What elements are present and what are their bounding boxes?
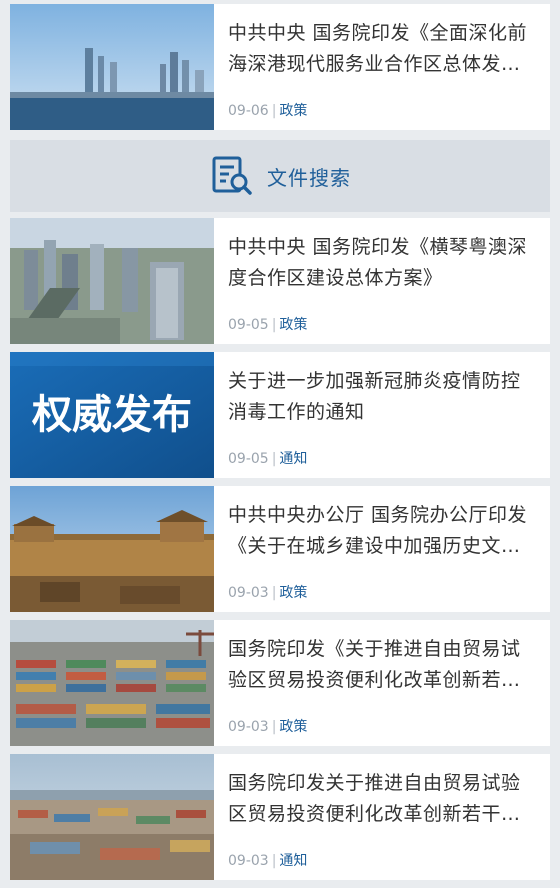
news-tag: 政策 <box>279 317 308 333</box>
news-item[interactable]: 中共中央 国务院印发《横琴粤澳深度合作区建设总体方案》 09-05 | 政策 <box>10 218 550 344</box>
news-date: 09-05 <box>228 317 269 333</box>
news-meta: 09-03 | 通知 <box>228 853 308 869</box>
news-tag: 通知 <box>279 853 308 869</box>
file-search-button[interactable]: 文件搜索 <box>10 140 550 212</box>
ancient-city-wall-photo <box>10 486 214 612</box>
news-title: 中共中央 国务院印发《全面深化前海深港现代服务业合作区总体发展规划》 <box>228 22 528 75</box>
authoritative-release-banner: 权威发布 <box>10 352 214 478</box>
news-tag: 政策 <box>279 585 308 601</box>
news-item[interactable]: 国务院印发《关于推进自由贸易试验区贸易投资便利化改革创新若干措施》 09-03|… <box>10 620 550 746</box>
news-meta: 09-05 | 政策 <box>228 317 308 333</box>
news-meta: 09-03 | 政策 <box>228 585 308 601</box>
news-tag: 政策 <box>279 719 308 735</box>
news-date: 09-03 <box>228 853 269 869</box>
news-date: 09-05 <box>228 451 269 467</box>
news-meta: 09-05 | 通知 <box>228 451 308 467</box>
aerial-city-photo <box>10 218 214 344</box>
news-date: 09-03 <box>228 719 269 735</box>
news-date: 09-03 <box>228 585 269 601</box>
news-title: 国务院印发关于推进自由贸易试验区贸易投资便利化改革创新若干措施的通知 <box>228 772 521 825</box>
news-meta: 09-03 | 政策 <box>228 719 308 735</box>
aerial-port-photo <box>10 754 214 880</box>
file-search-label: 文件搜索 <box>267 165 351 190</box>
news-item[interactable]: 中共中央办公厅 国务院办公厅印发《关于在城乡建设中加强历史文化保护传承的意见》 … <box>10 486 550 612</box>
news-date: 09-06 <box>228 103 269 119</box>
banner-text: 权威发布 <box>31 392 192 438</box>
news-title: 中共中央 国务院印发《横琴粤澳深度合作区建设总体方案》 <box>228 236 528 289</box>
container-port-photo <box>10 620 214 746</box>
news-tag: 政策 <box>279 103 308 119</box>
news-title: 国务院印发《关于推进自由贸易试验区贸易投资便利化改革创新若干措施》 <box>228 638 521 691</box>
news-title: 中共中央办公厅 国务院办公厅印发《关于在城乡建设中加强历史文化保护传承的意见》 <box>228 504 528 557</box>
news-feed: 中共中央 国务院印发《全面深化前海深港现代服务业合作区总体发展规划》 09-06… <box>0 0 560 888</box>
city-skyline-photo <box>10 4 214 130</box>
news-item[interactable]: 国务院印发关于推进自由贸易试验区贸易投资便利化改革创新若干措施的通知 09-03… <box>10 754 550 880</box>
news-title: 关于进一步加强新冠肺炎疫情防控消毒工作的通知 <box>228 370 521 423</box>
document-search-icon <box>212 156 252 195</box>
news-item[interactable]: 中共中央 国务院印发《全面深化前海深港现代服务业合作区总体发展规划》 09-06… <box>10 4 550 130</box>
news-meta: 09-06 | 政策 <box>228 103 308 119</box>
news-item[interactable]: 权威发布 关于进一步加强新冠肺炎疫情防控消毒工作的通知 09-05 | 通知 <box>10 352 550 478</box>
news-tag: 通知 <box>279 451 308 467</box>
